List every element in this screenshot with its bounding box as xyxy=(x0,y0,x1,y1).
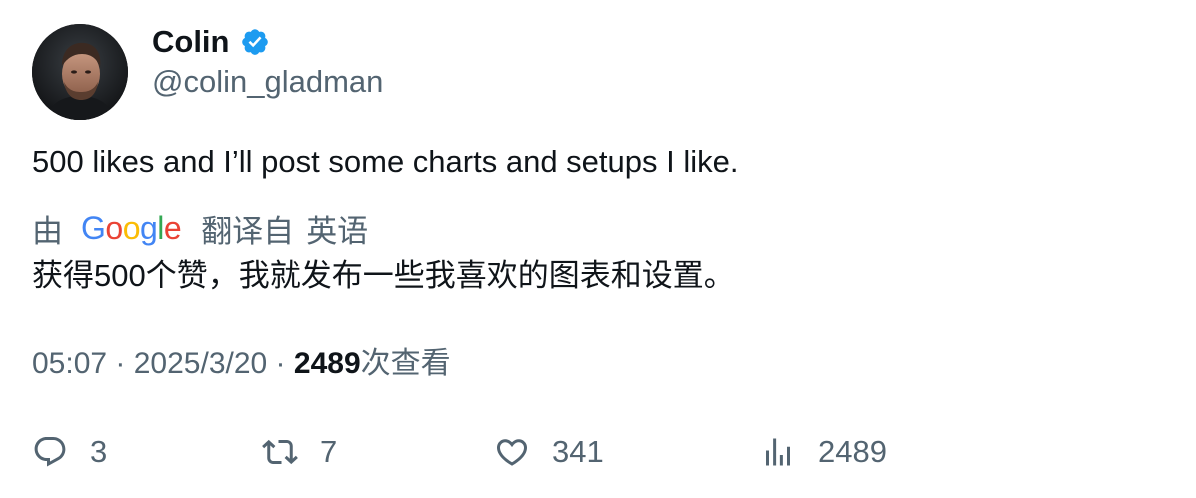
views-button[interactable]: 2489 xyxy=(760,428,887,476)
like-button[interactable]: 341 xyxy=(494,428,604,476)
reply-count: 3 xyxy=(90,434,108,469)
user-handle[interactable]: @colin_gladman xyxy=(152,62,383,102)
profile-photo-icon xyxy=(32,24,128,120)
name-row: Colin xyxy=(152,22,383,62)
translated-by-label: 由 xyxy=(32,213,63,249)
google-logo[interactable]: Google xyxy=(81,206,182,250)
display-name[interactable]: Colin xyxy=(152,22,230,62)
translated-tweet-text: 获得500个赞，我就发布一些我喜欢的图表和设置。 xyxy=(32,258,735,293)
action-bar: 3 7 341 2489 xyxy=(0,428,1196,476)
translated-from-label: 翻译自 xyxy=(201,213,295,249)
reply-icon xyxy=(34,437,66,467)
repost-count: 7 xyxy=(320,434,338,469)
tweet-date[interactable]: 2025/3/20 xyxy=(134,347,267,380)
meta-separator: · xyxy=(107,347,134,380)
source-language: 英语 xyxy=(306,213,369,249)
verified-badge-icon[interactable] xyxy=(240,27,270,57)
tweet-text: 500 likes and I’ll post some charts and … xyxy=(32,144,739,179)
analytics-icon xyxy=(766,438,790,466)
repost-icon xyxy=(262,439,298,465)
translation-attribution: 由 Google 翻译自 英语 xyxy=(32,206,368,250)
author-info: Colin @colin_gladman xyxy=(152,22,383,102)
tweet-meta: 05:07 · 2025/3/20 · 2489次查看 xyxy=(32,342,451,386)
views-count: 2489 xyxy=(293,347,361,380)
like-count: 341 xyxy=(552,434,604,469)
avatar[interactable] xyxy=(32,24,128,120)
reply-button[interactable]: 3 xyxy=(32,428,107,476)
meta-separator: · xyxy=(267,347,294,380)
views-label: 次查看 xyxy=(360,347,451,380)
tweet-card: Colin @colin_gladman 500 likes and I’ll … xyxy=(0,0,1196,498)
tweet-time[interactable]: 05:07 xyxy=(32,347,107,380)
views-action-count: 2489 xyxy=(818,434,887,469)
repost-button[interactable]: 7 xyxy=(262,428,337,476)
heart-icon xyxy=(496,439,528,466)
